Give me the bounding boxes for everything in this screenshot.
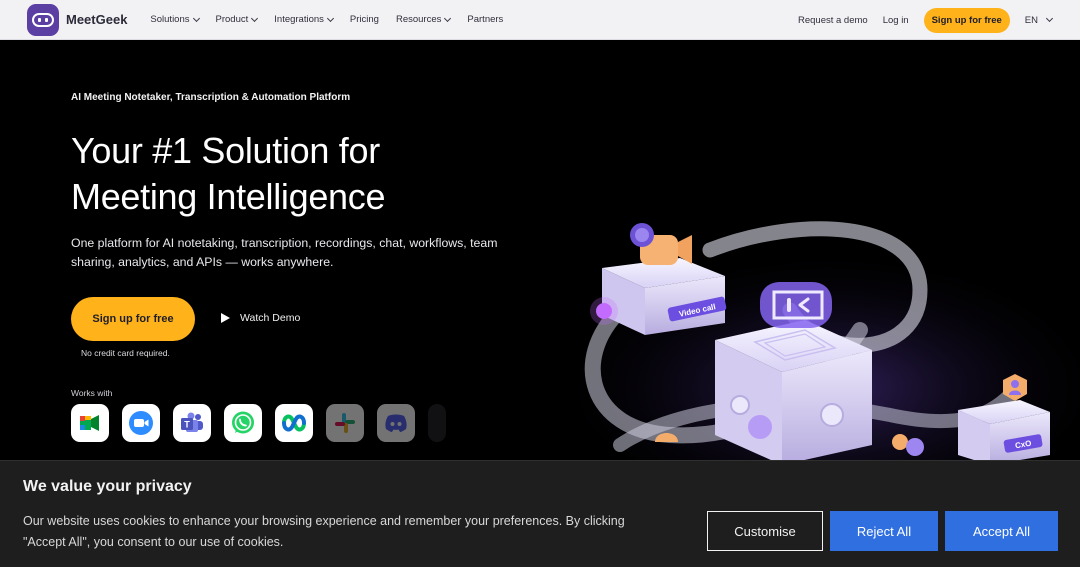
- no-credit-card-note: No credit card required.: [81, 348, 170, 358]
- zoom-icon: [122, 404, 160, 442]
- menu-integrations-label: Integrations: [274, 14, 324, 25]
- menu-product[interactable]: Product: [215, 14, 259, 25]
- cookie-title: We value your privacy: [23, 478, 192, 495]
- brand-logo[interactable]: MeetGeek: [27, 3, 128, 36]
- hero-subtitle-line-1: One platform for AI notetaking, transcri…: [71, 236, 498, 250]
- cookie-description-line-2: "Accept All", you consent to our use of …: [23, 535, 284, 549]
- google-meet-icon: [71, 404, 109, 442]
- meetgeek-logo-icon: [27, 3, 59, 36]
- whatsapp-icon: [224, 404, 262, 442]
- menu-product-label: Product: [215, 14, 249, 25]
- hero-subtitle-line-2: sharing, analytics, and APIs — works any…: [71, 255, 334, 269]
- menu-integrations[interactable]: Integrations: [274, 14, 334, 25]
- menu-solutions[interactable]: Solutions: [150, 14, 200, 25]
- slack-icon: [326, 404, 364, 442]
- hero-eyebrow: AI Meeting Notetaker, Transcription & Au…: [71, 92, 351, 103]
- menu-partners-label: Partners: [467, 14, 504, 25]
- login-link[interactable]: Log in: [883, 15, 909, 26]
- cookie-description-line-1: Our website uses cookies to enhance your…: [23, 514, 625, 528]
- hero-title-line-1: Your #1 Solution for: [71, 130, 380, 171]
- webex-icon: [275, 404, 313, 442]
- nav-signup-button[interactable]: Sign up for free: [923, 7, 1010, 33]
- play-icon: [221, 313, 230, 323]
- hero-title: Your #1 Solution for Meeting Intelligenc…: [71, 128, 551, 220]
- language-label: EN: [1024, 14, 1038, 26]
- menu-resources[interactable]: Resources: [395, 14, 452, 25]
- hero-title-line-2: Meeting Intelligence: [71, 176, 386, 217]
- brand-name: MeetGeek: [66, 12, 128, 27]
- chevron-down-icon: [1045, 14, 1054, 23]
- menu-solutions-label: Solutions: [150, 14, 190, 25]
- nav-actions: Request a demo Log in Sign up for free E…: [798, 0, 1080, 40]
- hero-illustration: Video call CxO: [560, 190, 1080, 505]
- accept-all-button[interactable]: Accept All: [945, 511, 1058, 551]
- microsoft-teams-icon: T: [173, 404, 211, 442]
- customise-button[interactable]: Customise: [707, 511, 823, 551]
- main-menu: Solutions Product Integrations Pricing R…: [150, 14, 520, 25]
- meetgeek-badge-icon: [760, 282, 832, 328]
- integration-overflow-tile: [428, 404, 446, 442]
- main-cube: [715, 320, 872, 465]
- menu-pricing[interactable]: Pricing: [350, 14, 379, 25]
- chevron-down-icon: [444, 14, 452, 22]
- watch-demo-label: Watch Demo: [240, 312, 301, 324]
- chevron-down-icon: [326, 14, 334, 22]
- top-nav: MeetGeek Solutions Product Integrations …: [0, 0, 1080, 40]
- hero-signup-button[interactable]: Sign up for free: [71, 297, 195, 341]
- integrations-row: T: [71, 404, 459, 442]
- reject-all-button[interactable]: Reject All: [830, 511, 938, 551]
- language-selector[interactable]: EN: [1024, 14, 1054, 26]
- cookie-description: Our website uses cookies to enhance your…: [23, 511, 673, 553]
- menu-pricing-label: Pricing: [349, 14, 379, 25]
- svg-text:T: T: [184, 420, 190, 430]
- chevron-down-icon: [192, 14, 200, 22]
- hero-subtitle: One platform for AI notetaking, transcri…: [71, 234, 541, 272]
- request-demo-link[interactable]: Request a demo: [798, 15, 868, 26]
- cookie-banner: We value your privacy Our website uses c…: [0, 460, 1080, 567]
- camera-figure-icon: [630, 223, 692, 265]
- chevron-down-icon: [251, 14, 259, 22]
- works-with-label: Works with: [71, 388, 113, 398]
- discord-icon: [377, 404, 415, 442]
- menu-resources-label: Resources: [395, 14, 442, 25]
- menu-partners[interactable]: Partners: [467, 14, 503, 25]
- watch-demo-button[interactable]: Watch Demo: [221, 312, 300, 324]
